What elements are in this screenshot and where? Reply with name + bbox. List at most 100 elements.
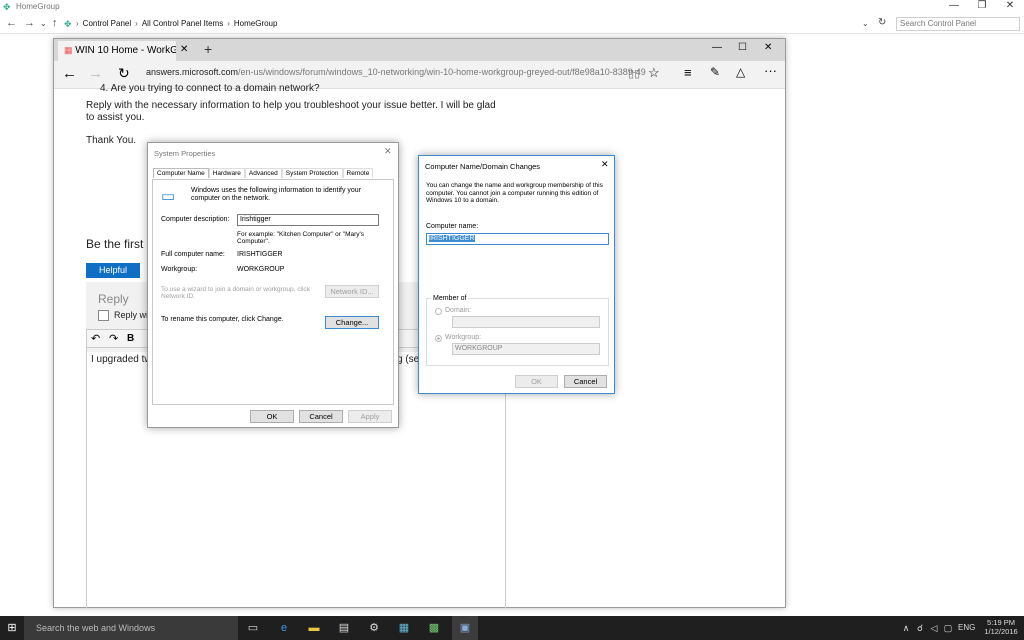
edge-close-icon[interactable]: ✕ <box>764 42 772 53</box>
tab-close-icon[interactable]: ✕ <box>180 44 188 55</box>
forward-icon[interactable]: → <box>24 17 35 29</box>
breadcrumb-control-panel[interactable]: Control Panel <box>83 19 131 28</box>
refresh-icon[interactable]: ↻ <box>118 65 130 82</box>
computer-icon: ▭ <box>161 188 176 205</box>
app-icon[interactable]: ▩ <box>426 620 442 636</box>
rename-text: To rename this computer, click Change. <box>161 316 284 323</box>
forward-icon[interactable]: → <box>88 65 103 82</box>
dropdown-chevron-icon[interactable]: ⌄ <box>862 19 869 28</box>
favorite-star-icon[interactable]: ☆ <box>648 65 660 81</box>
computer-name-input[interactable]: IRISHTIGGER <box>426 233 609 245</box>
edge-tabbar: ▦ WIN 10 Home - WorkGr ✕ + — ☐ ✕ <box>54 39 785 61</box>
hub-icon[interactable]: ≡ <box>684 65 692 80</box>
minimize-icon[interactable]: — <box>940 0 968 11</box>
description-label: Computer description: <box>161 216 230 223</box>
tab-system-protection[interactable]: System Protection <box>281 168 343 178</box>
network-id-button[interactable]: Network ID... <box>325 285 379 298</box>
edge-maximize-icon[interactable]: ☐ <box>738 42 747 53</box>
domain-label: Domain: <box>445 307 472 314</box>
intro-text: You can change the name and workgroup me… <box>426 182 603 204</box>
search-input[interactable]: Search Control Panel <box>896 17 1020 31</box>
undo-icon[interactable]: ↶ <box>91 332 100 345</box>
reading-view-icon[interactable]: ▯▯ <box>628 67 640 80</box>
store-icon[interactable]: ▤ <box>336 620 352 636</box>
homegroup-icon: ✥ <box>3 2 11 12</box>
intro-text: Windows uses the following information t… <box>191 187 362 202</box>
tab-strip: Computer Name Hardware Advanced System P… <box>153 167 374 179</box>
workgroup-input[interactable]: WORKGROUP <box>452 343 600 355</box>
control-panel-titlebar: ✥ HomeGroup — ❐ ✕ <box>0 0 1024 14</box>
domain-radio[interactable] <box>435 308 442 315</box>
settings-gear-icon[interactable]: ⚙ <box>366 620 382 636</box>
taskbar: ⊞ Search the web and Windows ▭ e ▬ ▤ ⚙ ▦… <box>0 616 1024 640</box>
clock[interactable]: 5:19 PM 1/12/2016 <box>984 618 1018 636</box>
back-icon[interactable]: ← <box>6 17 17 29</box>
computer-name-selected-text: IRISHTIGGER <box>429 235 475 242</box>
reply-paragraph: Reply with the necessary information to … <box>86 100 496 123</box>
cancel-button[interactable]: Cancel <box>299 410 343 423</box>
more-icon[interactable]: ··· <box>764 63 777 78</box>
breadcrumb-all-items[interactable]: All Control Panel Items <box>142 19 223 28</box>
clock-date: 1/12/2016 <box>984 627 1018 636</box>
be-first-heading: Be the first p <box>86 237 154 251</box>
change-button[interactable]: Change... <box>325 316 379 329</box>
language-indicator[interactable]: ENG <box>958 623 975 632</box>
system-properties-dialog: System Properties ✕ Computer Name Hardwa… <box>147 142 399 428</box>
url-domain: answers.microsoft.com <box>146 67 239 77</box>
wizard-text: To use a wizard to join a domain or work… <box>161 286 310 300</box>
tab-active[interactable]: ▦ WIN 10 Home - WorkGr <box>58 41 176 61</box>
tab-title: WIN 10 Home - WorkGr <box>75 45 176 56</box>
share-icon[interactable]: △ <box>736 65 745 79</box>
file-explorer-icon[interactable]: ▬ <box>306 620 322 636</box>
workgroup-radio[interactable] <box>435 335 442 342</box>
recent-chevron-icon[interactable]: ⌄ <box>40 19 47 28</box>
reply-heading: Reply <box>98 292 129 306</box>
reply-checkbox[interactable] <box>98 310 109 321</box>
control-panel-address-bar: ← → ⌄ ↑ ✥ › Control Panel › All Control … <box>0 14 1024 34</box>
redo-icon[interactable]: ↷ <box>109 332 118 345</box>
breadcrumb-homegroup[interactable]: HomeGroup <box>234 19 278 28</box>
close-icon[interactable]: ✕ <box>384 146 392 157</box>
tab-computer-name[interactable]: Computer Name <box>153 168 209 178</box>
tab-hardware[interactable]: Hardware <box>208 168 245 178</box>
domain-input[interactable] <box>452 316 600 328</box>
helpful-button[interactable]: Helpful <box>86 263 140 278</box>
address-bar[interactable]: answers.microsoft.com/en-us/windows/foru… <box>146 67 646 77</box>
new-tab-icon[interactable]: + <box>204 41 212 57</box>
full-name-value: IRISHTIGGER <box>237 251 283 258</box>
taskbar-search-input[interactable]: Search the web and Windows <box>24 616 238 640</box>
reply-with-label: Reply wi <box>114 310 149 320</box>
web-note-icon[interactable]: ✎ <box>710 65 720 79</box>
edge-minimize-icon[interactable]: — <box>712 42 722 53</box>
edge-icon[interactable]: e <box>276 620 292 636</box>
ok-button[interactable]: OK <box>515 375 558 388</box>
network-app-icon[interactable]: ▦ <box>396 620 412 636</box>
close-icon[interactable]: ✕ <box>601 159 609 170</box>
tab-panel: ▭ Windows uses the following information… <box>152 179 394 405</box>
start-windows-icon[interactable]: ⊞ <box>4 620 20 636</box>
task-view-icon[interactable]: ▭ <box>245 620 261 636</box>
window-title: HomeGroup <box>16 2 60 11</box>
cancel-button[interactable]: Cancel <box>564 375 607 388</box>
workgroup-value: WORKGROUP <box>237 266 285 273</box>
member-of-group: Member of Domain: Workgroup: WORKGROUP <box>426 295 609 366</box>
workgroup-label: Workgroup: <box>445 334 482 341</box>
ok-button[interactable]: OK <box>250 410 294 423</box>
control-panel-taskbar-button[interactable]: ▣ <box>452 616 478 640</box>
tab-remote[interactable]: Remote <box>342 168 374 178</box>
description-input[interactable]: Irishtigger <box>237 214 379 226</box>
restore-icon[interactable]: ❐ <box>968 0 996 11</box>
apply-button[interactable]: Apply <box>348 410 392 423</box>
back-icon[interactable]: ← <box>62 65 77 82</box>
workgroup-label: Workgroup: <box>161 266 198 273</box>
full-name-label: Full computer name: <box>161 251 225 258</box>
up-icon[interactable]: ↑ <box>52 17 58 29</box>
close-icon[interactable]: ✕ <box>996 0 1024 11</box>
action-center-icon[interactable]: ▢ <box>940 620 956 636</box>
homegroup-small-icon: ✥ <box>64 19 72 29</box>
bold-icon[interactable]: B <box>127 333 134 344</box>
refresh-icon[interactable]: ↻ <box>878 17 886 28</box>
tab-advanced[interactable]: Advanced <box>244 168 282 178</box>
thanks-text: Thank You. <box>86 135 137 146</box>
dialog-title: Computer Name/Domain Changes <box>425 162 541 171</box>
